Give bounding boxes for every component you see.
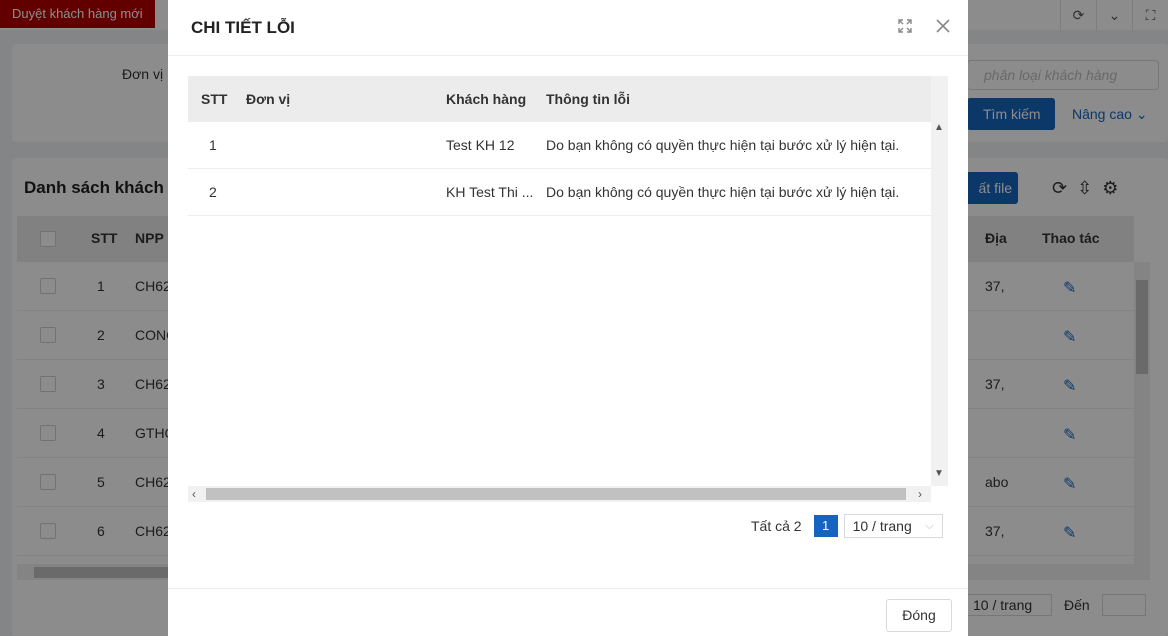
row-customer: KH Test Thi ... <box>446 184 534 200</box>
page-button-1[interactable]: 1 <box>813 515 838 537</box>
error-table: STT Đơn vị Khách hàng Thông tin lỗi 1 Te… <box>188 76 948 502</box>
modal-header-icons <box>896 14 952 38</box>
total-count: Tất cả 2 <box>751 518 802 534</box>
table-row: 2 KH Test Thi ... Do bạn không có quyền … <box>188 169 931 216</box>
modal-header: CHI TIẾT LỖI <box>168 0 968 56</box>
row-stt: 1 <box>209 137 217 153</box>
table-row: 1 Test KH 12 Do bạn không có quyền thực … <box>188 122 931 169</box>
modal-title: CHI TIẾT LỖI <box>191 18 295 37</box>
row-error-info: Do bạn không có quyền thực hiện tại bước… <box>546 184 900 200</box>
modal-pagination: Tất cả 2 1 10 / trang ⌵ <box>751 514 943 538</box>
expand-icon[interactable] <box>896 14 914 38</box>
row-customer: Test KH 12 <box>446 137 515 153</box>
chevron-down-icon: ⌵ <box>925 520 934 532</box>
modal-footer: Đóng <box>168 588 968 636</box>
error-table-header: STT Đơn vị Khách hàng Thông tin lỗi <box>188 76 931 122</box>
horizontal-scroll-thumb[interactable] <box>206 488 906 500</box>
column-error-info: Thông tin lỗi <box>546 91 630 107</box>
row-stt: 2 <box>209 184 217 200</box>
scroll-down-icon[interactable]: ▼ <box>934 468 944 479</box>
page-size-select[interactable]: 10 / trang ⌵ <box>843 514 943 538</box>
column-customer: Khách hàng <box>446 91 527 107</box>
column-stt: STT <box>201 91 228 107</box>
error-table-vertical-scrollbar[interactable]: ▲ ▼ <box>931 76 948 486</box>
close-icon[interactable] <box>934 14 952 38</box>
column-unit: Đơn vị <box>246 91 291 107</box>
error-detail-modal: CHI TIẾT LỖI STT Đơn vị Khách hàng Thông… <box>168 0 968 636</box>
scroll-up-icon[interactable]: ▲ <box>934 122 944 133</box>
row-error-info: Do bạn không có quyền thực hiện tại bước… <box>546 137 900 153</box>
error-table-horizontal-scrollbar[interactable]: ‹ › <box>188 486 931 502</box>
close-button[interactable]: Đóng <box>886 599 952 632</box>
scroll-right-icon[interactable]: › <box>918 487 922 501</box>
scroll-left-icon[interactable]: ‹ <box>192 487 196 501</box>
page-size-value: 10 / trang <box>852 518 912 534</box>
